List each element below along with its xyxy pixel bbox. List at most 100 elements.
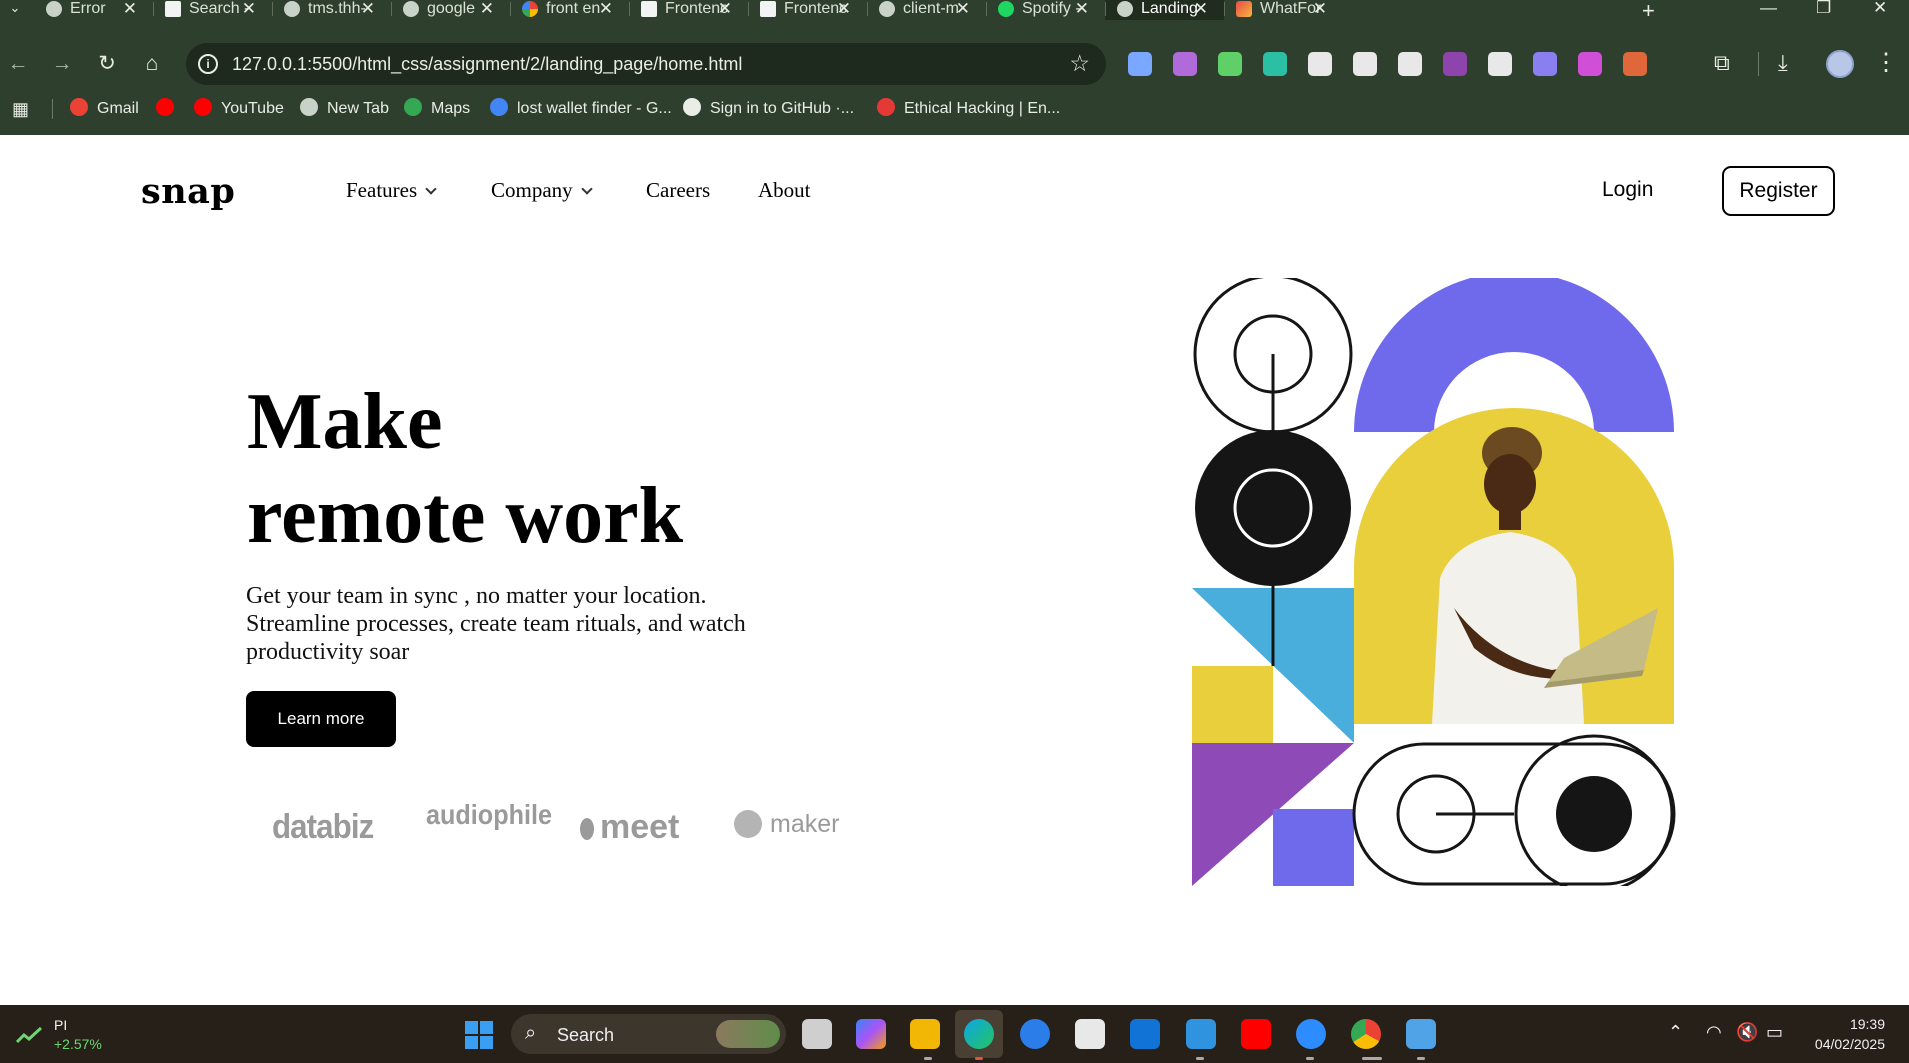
system-clock[interactable]: 19:39 04/02/2025 [1815,1014,1885,1054]
extension-icon[interactable] [1128,52,1152,76]
browser-tab[interactable]: google ✕ [391,0,510,20]
file-explorer-icon[interactable] [910,1019,940,1049]
volume-muted-icon[interactable]: 🔇 [1736,1022,1758,1043]
address-bar[interactable]: i 127.0.0.1:5500/html_css/assignment/2/l… [186,43,1106,85]
reload-button[interactable]: ↻ [91,48,123,80]
browser-tab[interactable]: Search - ✕ [153,0,272,20]
browser-menu-icon[interactable]: ⋮ [1874,48,1898,77]
browser-tab[interactable]: tms.thh- ✕ [272,0,391,20]
tab-close-icon[interactable]: ✕ [480,0,494,18]
address-url[interactable]: 127.0.0.1:5500/html_css/assignment/2/lan… [232,54,742,75]
bookmark-star-icon[interactable]: ☆ [1069,50,1090,77]
tab-close-icon[interactable]: ✕ [123,0,137,18]
back-button[interactable]: ← [2,48,34,80]
browser-tab[interactable]: Spotify - ✕ [986,0,1105,20]
tab-search-button[interactable]: ⌄ [0,0,30,20]
tab-separator [867,2,868,16]
clock-time: 19:39 [1849,1016,1885,1032]
photos-icon[interactable] [1406,1019,1436,1049]
nav-company[interactable]: Company [491,178,593,203]
bookmark-item[interactable]: Maps [404,97,470,121]
extension-icon[interactable] [1623,52,1647,76]
running-indicator [1417,1057,1425,1060]
nav-about[interactable]: About [758,178,811,203]
nav-company-label: Company [491,178,573,202]
battery-icon[interactable]: ▭ [1766,1022,1783,1043]
minimize-button[interactable]: — [1760,0,1777,18]
bookmark-item[interactable]: lost wallet finder - G... [490,97,672,121]
nav-features[interactable]: Features [346,178,437,203]
extension-icon[interactable] [1263,52,1287,76]
store-icon[interactable] [1075,1019,1105,1049]
browser-tab[interactable]: Frontenc ✕ [629,0,748,20]
browser-tab[interactable]: Landing ✕ [1105,0,1224,20]
task-view-icon[interactable] [802,1019,832,1049]
extension-icon[interactable] [1443,52,1467,76]
forward-button[interactable]: → [46,48,78,80]
new-tab-button[interactable]: + [1642,0,1655,24]
tab-close-icon[interactable]: ✕ [837,0,851,18]
widget-ticker[interactable]: PI [54,1017,67,1033]
extension-icon[interactable] [1488,52,1512,76]
extension-icon[interactable] [1308,52,1332,76]
close-window-button[interactable]: ✕ [1873,0,1887,18]
nav-careers[interactable]: Careers [646,178,710,203]
chevron-up-icon[interactable]: ⌃ [1668,1022,1683,1043]
copilot-icon[interactable] [856,1019,886,1049]
client-logo-maker: maker [734,810,839,839]
register-button[interactable]: Register [1722,166,1835,216]
extension-icon[interactable] [1533,52,1557,76]
home-button[interactable]: ⌂ [136,48,168,80]
learn-more-button[interactable]: Learn more [246,691,396,747]
bookmark-item[interactable]: Ethical Hacking | En... [877,97,1060,121]
tab-close-icon[interactable]: ✕ [1194,0,1208,18]
tab-close-icon[interactable]: ✕ [599,0,613,18]
chrome-icon[interactable] [1351,1019,1381,1049]
restore-button[interactable]: ❐ [1816,0,1831,18]
tab-close-icon[interactable]: ✕ [242,0,256,18]
bookmark-item[interactable] [156,97,183,121]
extension-icon[interactable] [1578,52,1602,76]
extension-icon[interactable] [1398,52,1422,76]
bookmark-item[interactable]: YouTube [194,97,284,121]
wifi-icon[interactable]: ◠ [1706,1022,1722,1043]
browser-tab[interactable]: Frontenc ✕ [748,0,867,20]
youtube-icon[interactable] [1241,1019,1271,1049]
browser-tab[interactable]: front en ✕ [510,0,629,20]
tab-close-icon[interactable]: ✕ [956,0,970,18]
login-link[interactable]: Login [1602,178,1653,202]
zoom-icon[interactable] [1296,1019,1326,1049]
windows-start-button[interactable] [465,1021,493,1049]
site-info-icon[interactable]: i [198,54,218,74]
apps-grid-icon[interactable]: ▦ [12,99,29,120]
browser-tab[interactable]: WhatFor ✕ [1224,0,1343,20]
help-icon[interactable] [1020,1019,1050,1049]
tab-close-icon[interactable]: ✕ [1313,0,1327,18]
edge-icon[interactable] [964,1019,994,1049]
download-icon[interactable]: ⤓ [1778,50,1788,76]
tab-separator [1105,2,1106,16]
bookmark-item[interactable]: Gmail [70,97,139,121]
tab-close-icon[interactable]: ✕ [1075,0,1089,18]
outlook-icon[interactable] [1130,1019,1160,1049]
browser-tab[interactable]: Error ✕ [34,0,153,20]
profile-avatar[interactable] [1826,50,1854,78]
client-logo-meet-label: meet [600,808,680,846]
browser-tab[interactable]: client-m ✕ [867,0,986,20]
tab-close-icon[interactable]: ✕ [718,0,732,18]
taskbar-search[interactable]: ⌕ Search [511,1014,786,1054]
extensions-puzzle-icon[interactable]: ⧉ [1714,50,1730,76]
stock-chart-icon[interactable] [16,1026,42,1044]
tab-close-icon[interactable]: ✕ [361,0,375,18]
site-logo[interactable]: snap [141,171,235,212]
extension-icon[interactable] [1218,52,1242,76]
bookmark-item[interactable]: New Tab [300,97,389,121]
maker-circle-icon [734,810,762,838]
vscode-icon[interactable] [1186,1019,1216,1049]
bookmark-label: Ethical Hacking | En... [904,100,1061,117]
widget-change[interactable]: +2.57% [54,1036,102,1052]
bookmark-favicon-icon [877,98,895,116]
extension-icon[interactable] [1173,52,1197,76]
bookmark-item[interactable]: Sign in to GitHub ·... [683,97,854,121]
extension-icon[interactable] [1353,52,1377,76]
